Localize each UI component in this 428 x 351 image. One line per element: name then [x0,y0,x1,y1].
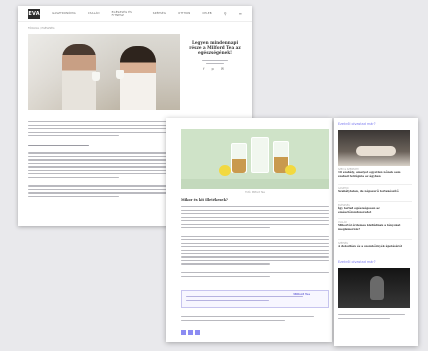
sidebar-item-text [338,312,412,321]
sidebar-item[interactable]: CSALÁD Mikortól érdemes kisfiúdnak a lán… [338,221,412,231]
sidebar-article-image[interactable] [338,268,410,308]
sidebar-item-title[interactable]: Mikortól érdemes kisfiúdnak a lányokat m… [338,223,412,231]
section-heading: Mikor és kit illetékesek? [181,198,228,202]
facebook-icon[interactable] [181,330,186,335]
article-body-text [181,204,329,279]
sidebar-item-title[interactable]: Szabálytalan, de népszerű tortakészítő [338,189,412,194]
sidebar-item[interactable]: SZÉPSÉG A dekoltázs és a szemkörnyék ápo… [338,242,412,249]
hero-image [28,34,180,110]
sidebar-section-title: Ezekről olvastad már? [338,260,376,264]
highlight-link[interactable]: Milford Tea [293,293,310,297]
nav-item-home[interactable]: OTTHON [178,12,190,15]
site-logo[interactable]: EVA [28,8,41,19]
tea-product-image [181,129,329,189]
sidebar-item[interactable]: GASZTRO Szabálytalan, de népszerű tortak… [338,187,412,194]
pinterest-icon[interactable] [195,330,200,335]
tag-list [181,314,329,323]
share-icons[interactable]: f p ✉ [188,67,242,71]
share-buttons [181,330,200,335]
article-header: Legyen mindennapi része a Milford Tea az… [188,40,242,71]
menu-icon[interactable]: ≡ [239,11,242,16]
nav-item-beauty[interactable]: SZÉPSÉG [153,12,166,15]
nav-item-celeb[interactable]: CELEB [202,12,211,15]
sidebar-item-title[interactable]: A dekoltázs és a szemkörnyék ápolásáról [338,244,412,249]
sidebar-article-image[interactable] [338,130,410,166]
article-title: Legyen mindennapi része a Milford Tea az… [189,40,241,56]
search-icon[interactable]: ⚲ [224,11,227,16]
sidebar-item-title[interactable]: Így tartsd egészségesen az emésztőrendsz… [338,206,412,214]
sidebar-page: Ezekről olvastad már? SZEX & SZERELEM 10… [334,118,418,346]
article-body-text [28,119,180,199]
image-caption: Fotó: Milford Tea [245,191,265,194]
highlight-box: Milford Tea [181,290,329,308]
nav-item-health[interactable]: EGÉSZSÉG ÉS FITNESZ [112,11,141,17]
sidebar-section-title: Ezekről olvastad már? [338,122,376,126]
top-navigation: EVA GASZTRONÓMIA CSALÁD EGÉSZSÉG ÉS FITN… [18,6,252,22]
sidebar-item[interactable]: EGÉSZSÉG Így tartsd egészségesen az emés… [338,204,412,214]
article-page-front: Fotó: Milford Tea Mikor és kit illetékes… [166,118,332,342]
nav-item-family[interactable]: CSALÁD [88,12,100,15]
nav-item-gastro[interactable]: GASZTRONÓMIA [52,12,76,15]
sidebar-item-title[interactable]: 10 szabály, amelyet egyetlen nőnek sem s… [338,170,412,178]
twitter-icon[interactable] [188,330,193,335]
sidebar-item[interactable]: SZEX & SZERELEM 10 szabály, amelyet egye… [338,168,412,178]
breadcrumb[interactable]: FŐOLDAL / EGÉSZSÉG [28,27,54,30]
